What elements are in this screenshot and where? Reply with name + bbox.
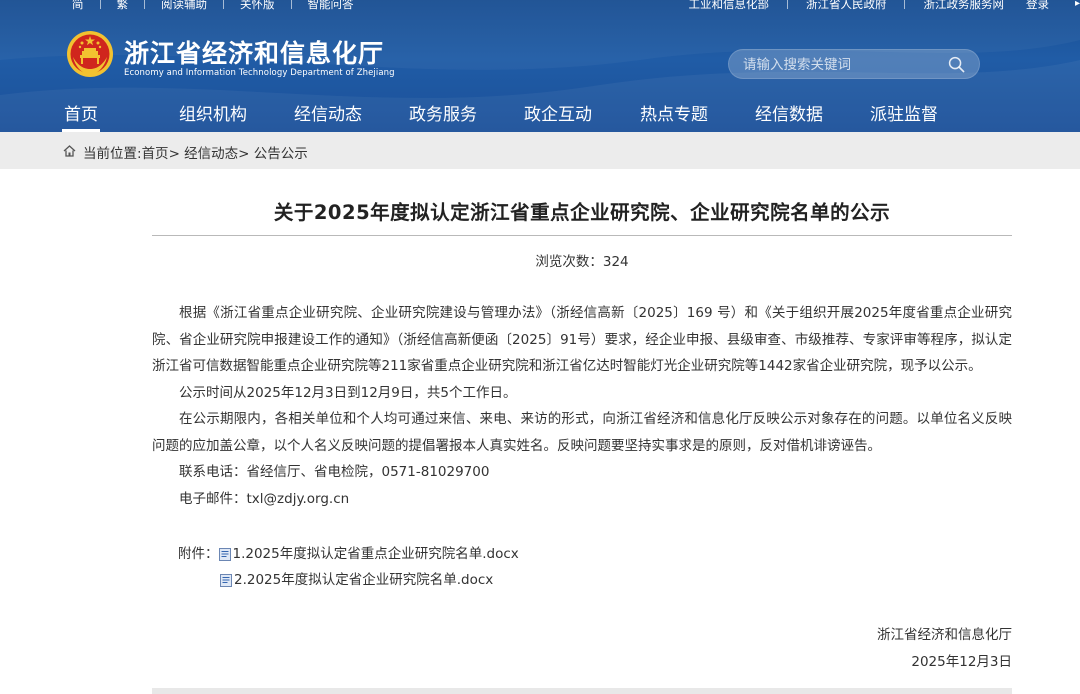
breadcrumb-notices[interactable]: 公告公示: [254, 146, 308, 162]
search-input[interactable]: [741, 50, 945, 80]
main-nav: 首页 组织机构 经信动态 政务服务 政企互动 热点专题 经信数据 派驻监督: [0, 100, 1080, 132]
care-mode-link[interactable]: 关怀版: [240, 0, 275, 10]
contact-email: 电子邮件：txl@zdjy.org.cn: [179, 490, 350, 507]
breadcrumb-prefix: 当前位置:: [83, 146, 142, 162]
paragraph: 在公示期限内，各相关单位和个人均可通过来信、来电、来访的形式，向浙江省经济和信息…: [152, 411, 1012, 454]
signature-date: 2025年12月3日: [911, 654, 1012, 670]
nav-item-gov-services[interactable]: 政务服务: [409, 100, 477, 132]
national-emblem-icon[interactable]: [66, 30, 114, 78]
simplified-chinese-link[interactable]: 简: [72, 0, 84, 10]
breadcrumb-separator: >: [168, 146, 185, 162]
paragraph: 公示时间从2025年12月3日到12月9日，共5个工作日。: [179, 384, 517, 401]
breadcrumb-news[interactable]: 经信动态: [184, 146, 238, 162]
view-count-label: 浏览次数：: [535, 254, 603, 270]
traditional-chinese-link[interactable]: 繁: [117, 0, 129, 10]
accessibility-links: 简 繁 阅读辅助 关怀版 智能问答: [72, 0, 354, 10]
divider: [786, 0, 788, 9]
attachment-link-1[interactable]: 1.2025年度拟认定省重点企业研究院名单.docx: [233, 541, 519, 567]
nav-item-home[interactable]: 首页: [62, 100, 100, 132]
title-divider: [152, 235, 1012, 236]
breadcrumb-home[interactable]: 首页: [142, 146, 169, 162]
external-links: 工业和信息化部 浙江省人民政府 浙江政务服务网 登录 ▸: [688, 0, 1080, 10]
reading-assist-link[interactable]: 阅读辅助: [161, 0, 207, 10]
document-icon: [220, 573, 232, 587]
nav-item-interaction[interactable]: 政企互动: [524, 100, 592, 132]
site-header: 简 繁 阅读辅助 关怀版 智能问答 工业和信息化部 浙江省人民政府 浙江政务服务…: [0, 0, 1080, 132]
breadcrumb: 当前位置:首页> 经信动态> 公告公示: [83, 142, 308, 162]
nav-item-supervision[interactable]: 派驻监督: [870, 100, 938, 132]
top-utility-bar: 简 繁 阅读辅助 关怀版 智能问答 工业和信息化部 浙江省人民政府 浙江政务服务…: [0, 0, 1080, 14]
signature-org: 浙江省经济和信息化厅: [877, 627, 1012, 643]
home-icon: [63, 145, 76, 157]
divider: [223, 0, 224, 9]
view-count: 浏览次数：324: [152, 250, 1012, 270]
attachments: 附件： 1.2025年度拟认定省重点企业研究院名单.docx 2.2025年度拟…: [178, 541, 519, 593]
attachments-label: 附件：: [178, 546, 219, 562]
breadcrumb-bar: 当前位置:首页> 经信动态> 公告公示: [0, 132, 1080, 169]
login-link[interactable]: 登录: [1026, 0, 1049, 10]
zj-service-link[interactable]: 浙江政务服务网: [923, 0, 1004, 10]
footer-divider: [152, 688, 1012, 694]
zj-government-link[interactable]: 浙江省人民政府: [806, 0, 887, 10]
more-icon[interactable]: ▸: [1075, 0, 1080, 10]
search-box: [728, 49, 980, 80]
site-subtitle-en: Economy and Information Technology Depar…: [124, 68, 395, 78]
nav-item-data[interactable]: 经信数据: [755, 100, 823, 132]
view-count-value: 324: [602, 254, 629, 270]
site-title[interactable]: 浙江省经济和信息化厅: [124, 34, 384, 70]
paragraph: 根据《浙江省重点企业研究院、企业研究院建设与管理办法》（浙经信高新〔2025〕1…: [152, 305, 1012, 374]
search-icon[interactable]: [948, 56, 965, 73]
breadcrumb-separator: >: [238, 146, 254, 162]
smart-qa-link[interactable]: 智能问答: [308, 0, 354, 10]
miit-link[interactable]: 工业和信息化部: [688, 0, 769, 10]
contact-phone: 联系电话：省经信厅、省电检院，0571-81029700: [179, 464, 490, 480]
nav-item-news[interactable]: 经信动态: [294, 100, 362, 132]
divider: [290, 0, 292, 9]
article-title: 关于2025年度拟认定浙江省重点企业研究院、企业研究院名单的公示: [273, 201, 891, 224]
attachment-row: 附件： 1.2025年度拟认定省重点企业研究院名单.docx: [178, 541, 519, 567]
divider: [904, 0, 906, 9]
attachment-link-2[interactable]: 2.2025年度拟认定省企业研究院名单.docx: [234, 567, 493, 593]
attachment-row: 2.2025年度拟认定省企业研究院名单.docx: [178, 567, 519, 593]
nav-item-topics[interactable]: 热点专题: [640, 100, 708, 132]
article-body: 根据《浙江省重点企业研究院、企业研究院建设与管理办法》（浙经信高新〔2025〕1…: [152, 300, 1012, 512]
nav-item-organization[interactable]: 组织机构: [179, 100, 247, 132]
document-icon: [218, 547, 231, 561]
divider: [144, 0, 145, 9]
divider: [99, 0, 101, 9]
